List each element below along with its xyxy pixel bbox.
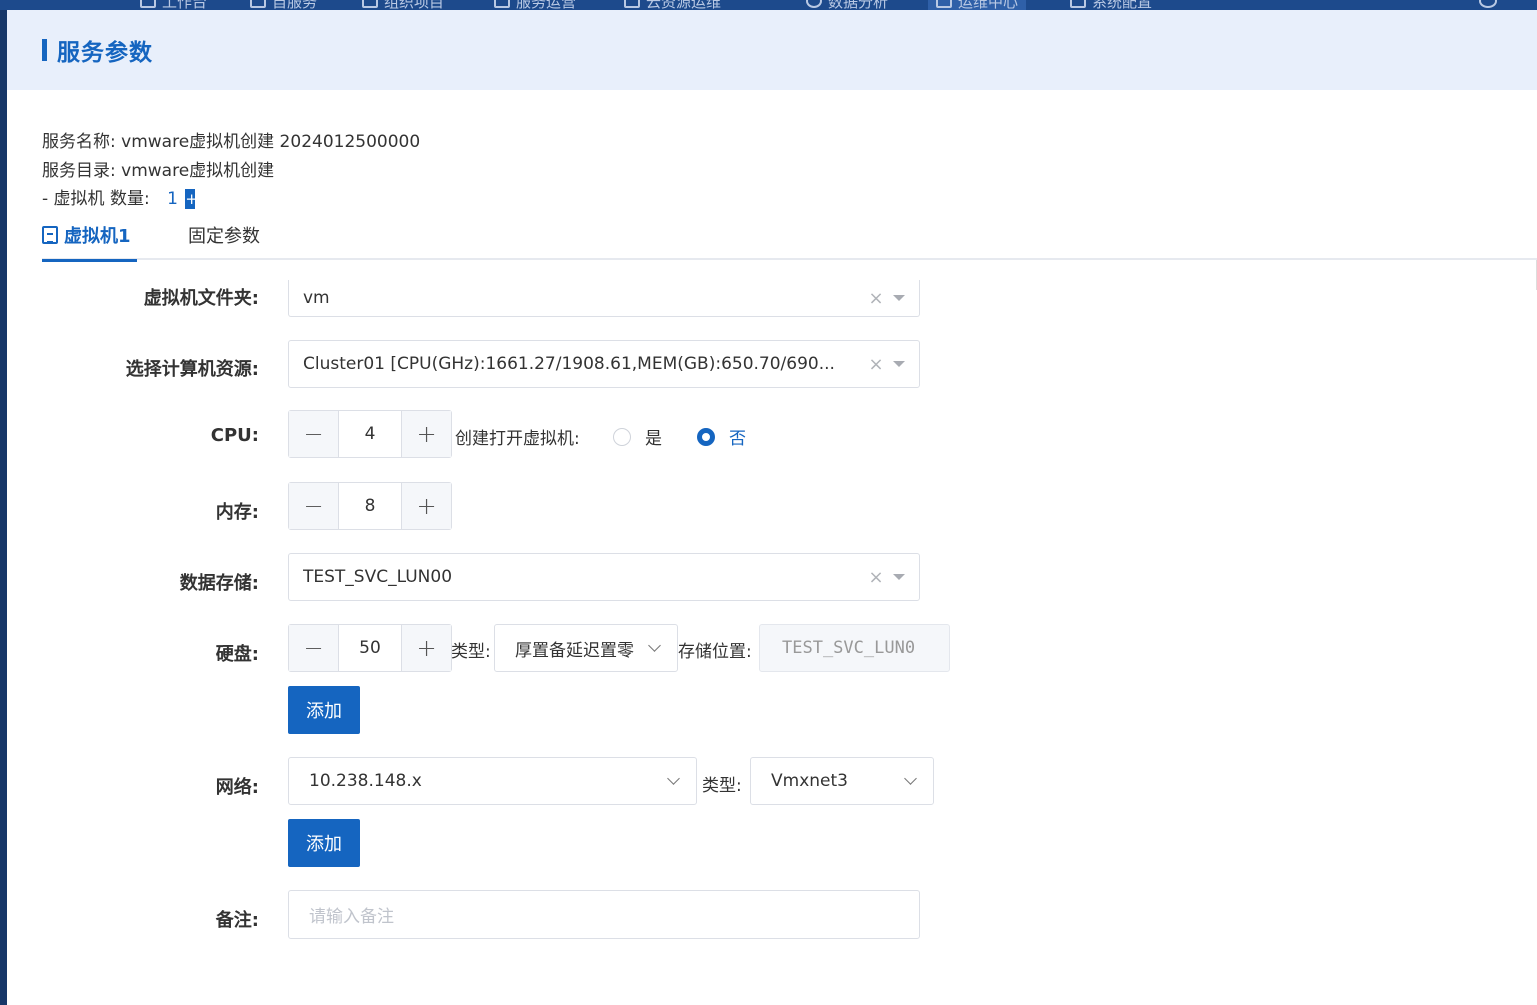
caret-down-icon bbox=[893, 361, 905, 367]
nav-item-system-config[interactable]: 系统配置 bbox=[1070, 0, 1152, 10]
cpu-decrement-button[interactable]: − bbox=[289, 411, 339, 457]
folder-clear-icon[interactable]: × bbox=[865, 288, 887, 309]
tab-fixed-params-label: 固定参数 bbox=[188, 226, 260, 247]
top-nav: 工作台 自服务 组织项目 服务运营 云资源运维 数据分析 运维中心 系统配置 bbox=[0, 0, 1537, 10]
compute-select[interactable]: Cluster01 [CPU(GHz):1661.27/1908.61,MEM(… bbox=[288, 340, 920, 388]
nav-item-data-analysis[interactable]: 数据分析 bbox=[806, 0, 888, 10]
power-on-radio-yes[interactable]: 是 bbox=[613, 424, 662, 449]
memory-label: 内存: bbox=[215, 502, 259, 523]
disk-type-label: 类型: bbox=[451, 642, 491, 662]
workbench-icon bbox=[140, 0, 156, 8]
vm-count-label: - 虚拟机 数量: bbox=[42, 189, 150, 209]
disk-increment-button[interactable]: + bbox=[401, 625, 451, 671]
panel-header: 服务参数 bbox=[7, 10, 1537, 90]
power-on-label: 创建打开虚拟机: bbox=[455, 429, 580, 449]
datastore-label: 数据存储: bbox=[179, 573, 259, 594]
tab-vm1-label: 虚拟机1 bbox=[64, 225, 131, 247]
memory-decrement-button[interactable]: − bbox=[289, 483, 339, 529]
left-sidebar-edge bbox=[0, 10, 7, 1005]
disk-type-value: 厚置备延迟置零 bbox=[515, 640, 634, 661]
folder-select-value: vm bbox=[303, 288, 330, 308]
network-select[interactable]: 10.238.148.x bbox=[288, 757, 697, 805]
datastore-clear-icon[interactable]: × bbox=[865, 567, 887, 588]
network-type-value: Vmxnet3 bbox=[771, 771, 848, 791]
network-type-label: 类型: bbox=[702, 776, 742, 796]
disk-location-label: 存储位置: bbox=[678, 642, 752, 662]
network-type-select[interactable]: Vmxnet3 bbox=[750, 757, 934, 805]
network-label: 网络: bbox=[215, 777, 259, 798]
monitor-icon bbox=[936, 0, 952, 8]
service-name-value: vmware虚拟机创建 2024012500000 bbox=[121, 132, 421, 152]
service-catalog-line: 服务目录: vmware虚拟机创建 bbox=[42, 157, 420, 186]
power-on-yes-label: 是 bbox=[645, 429, 662, 449]
cpu-stepper: − 4 + bbox=[288, 410, 452, 458]
document-icon bbox=[42, 225, 58, 244]
service-catalog-value: vmware虚拟机创建 bbox=[121, 160, 275, 181]
chevron-down-icon bbox=[648, 639, 661, 652]
radio-checked-icon bbox=[697, 427, 715, 446]
power-on-no-label: 否 bbox=[729, 429, 746, 449]
nav-item-workbench[interactable]: 工作台 bbox=[140, 0, 207, 10]
power-on-radio-no[interactable]: 否 bbox=[697, 424, 746, 449]
folder-label: 虚拟机文件夹: bbox=[143, 288, 259, 309]
caret-down-icon bbox=[893, 295, 905, 301]
cpu-value-input[interactable]: 4 bbox=[339, 411, 401, 457]
memory-increment-button[interactable]: + bbox=[401, 483, 451, 529]
clock-icon[interactable] bbox=[1479, 0, 1497, 8]
datastore-select-value: TEST_SVC_LUN00 bbox=[303, 567, 453, 587]
vm-tabs: 虚拟机1 固定参数 bbox=[42, 214, 1537, 262]
vm-count-add-button[interactable]: + bbox=[185, 189, 198, 209]
grid-icon bbox=[624, 0, 640, 8]
service-info: 服务名称: vmware虚拟机创建 2024012500000 服务目录: vm… bbox=[42, 128, 420, 214]
vm-count-line: - 虚拟机 数量: 1 + bbox=[42, 185, 420, 214]
compute-select-value: Cluster01 [CPU(GHz):1661.27/1908.61,MEM(… bbox=[303, 354, 835, 374]
memory-value-input[interactable]: 8 bbox=[339, 483, 401, 529]
disk-stepper: − 50 + bbox=[288, 624, 452, 672]
service-icon bbox=[494, 0, 510, 8]
folder-select[interactable]: vm × bbox=[288, 280, 920, 317]
settings-icon bbox=[1070, 0, 1086, 8]
disk-type-select[interactable]: 厚置备延迟置零 bbox=[494, 624, 678, 672]
nav-item-cloud-ops[interactable]: 云资源运维 bbox=[624, 0, 721, 10]
cpu-increment-button[interactable]: + bbox=[401, 411, 451, 457]
chevron-down-icon bbox=[904, 772, 917, 785]
disk-location-input: TEST_SVC_LUN0 bbox=[759, 624, 950, 672]
remark-input[interactable]: 请输入备注 bbox=[288, 890, 920, 939]
nav-item-self-service[interactable]: 自服务 bbox=[250, 0, 317, 10]
service-name-line: 服务名称: vmware虚拟机创建 2024012500000 bbox=[42, 128, 420, 157]
chevron-down-icon bbox=[667, 772, 680, 785]
cpu-label: CPU: bbox=[210, 425, 259, 446]
compute-label: 选择计算机资源: bbox=[125, 359, 259, 380]
panel-title: 服务参数 bbox=[57, 40, 153, 66]
service-params-panel: 服务参数 服务名称: vmware虚拟机创建 2024012500000 服务目… bbox=[7, 10, 1537, 1005]
caret-down-icon bbox=[893, 574, 905, 580]
title-accent-bar bbox=[42, 39, 47, 61]
radio-unchecked-icon bbox=[613, 427, 631, 446]
nav-item-org-project[interactable]: 组织项目 bbox=[362, 0, 444, 10]
vm-count-value: 1 bbox=[167, 189, 178, 209]
add-network-button[interactable]: 添加 bbox=[288, 819, 360, 867]
disk-label: 硬盘: bbox=[215, 644, 259, 665]
tab-vm1[interactable]: 虚拟机1 bbox=[42, 214, 137, 262]
network-select-value: 10.238.148.x bbox=[309, 771, 422, 791]
add-disk-button[interactable]: 添加 bbox=[288, 686, 360, 734]
nav-item-service-ops[interactable]: 服务运营 bbox=[494, 0, 576, 10]
nav-item-ops-center[interactable]: 运维中心 bbox=[928, 0, 1027, 10]
disk-decrement-button[interactable]: − bbox=[289, 625, 339, 671]
self-service-icon bbox=[250, 0, 266, 8]
compute-clear-icon[interactable]: × bbox=[865, 354, 887, 375]
service-name-label: 服务名称: bbox=[42, 132, 116, 152]
service-catalog-label: 服务目录: bbox=[42, 160, 116, 181]
remark-label: 备注: bbox=[215, 910, 259, 931]
tab-fixed-params[interactable]: 固定参数 bbox=[188, 214, 260, 260]
chart-icon bbox=[806, 0, 822, 8]
memory-stepper: − 8 + bbox=[288, 482, 452, 530]
layers-icon bbox=[362, 0, 378, 8]
datastore-select[interactable]: TEST_SVC_LUN00 × bbox=[288, 553, 920, 601]
disk-size-input[interactable]: 50 bbox=[339, 625, 401, 671]
